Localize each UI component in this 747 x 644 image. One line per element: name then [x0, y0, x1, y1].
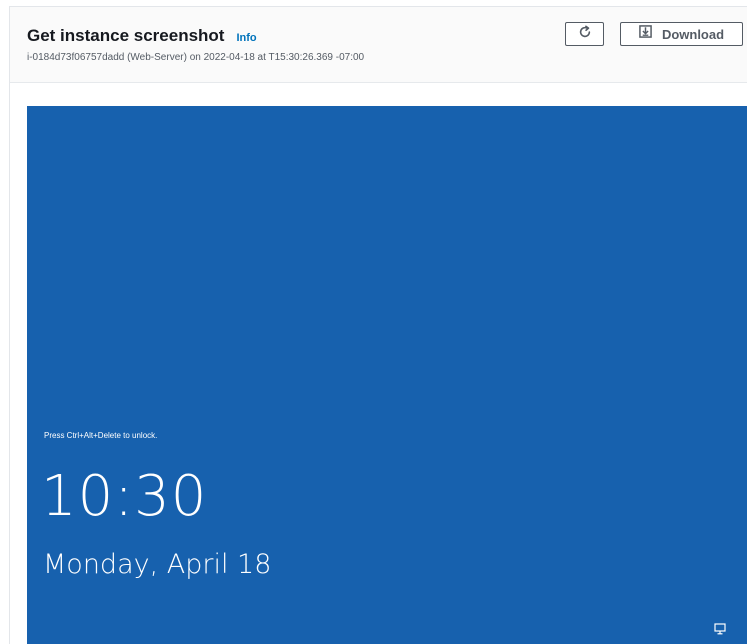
refresh-button[interactable]	[565, 22, 604, 46]
download-icon	[639, 25, 652, 43]
instance-subtitle: i-0184d73f06757dadd (Web-Server) on 2022…	[27, 52, 365, 63]
title-row: Get instance screenshot Info	[27, 26, 257, 46]
refresh-icon	[578, 25, 592, 44]
instance-screenshot-panel: Get instance screenshot Info i-0184d73f0…	[9, 6, 747, 644]
panel-header: Get instance screenshot Info i-0184d73f0…	[10, 7, 747, 83]
network-icon	[713, 622, 727, 635]
unlock-hint: Press Ctrl+Alt+Delete to unlock.	[44, 431, 158, 440]
lock-screen-date: Monday, April 18	[43, 549, 272, 580]
download-button[interactable]: Download	[620, 22, 743, 46]
instance-screenshot-image: Press Ctrl+Alt+Delete to unlock. 10:30 M…	[27, 106, 747, 644]
page-title: Get instance screenshot	[27, 26, 225, 45]
download-button-label: Download	[661, 26, 725, 42]
lock-screen-time: 10:30	[41, 464, 208, 529]
info-link[interactable]: Info	[236, 32, 256, 44]
